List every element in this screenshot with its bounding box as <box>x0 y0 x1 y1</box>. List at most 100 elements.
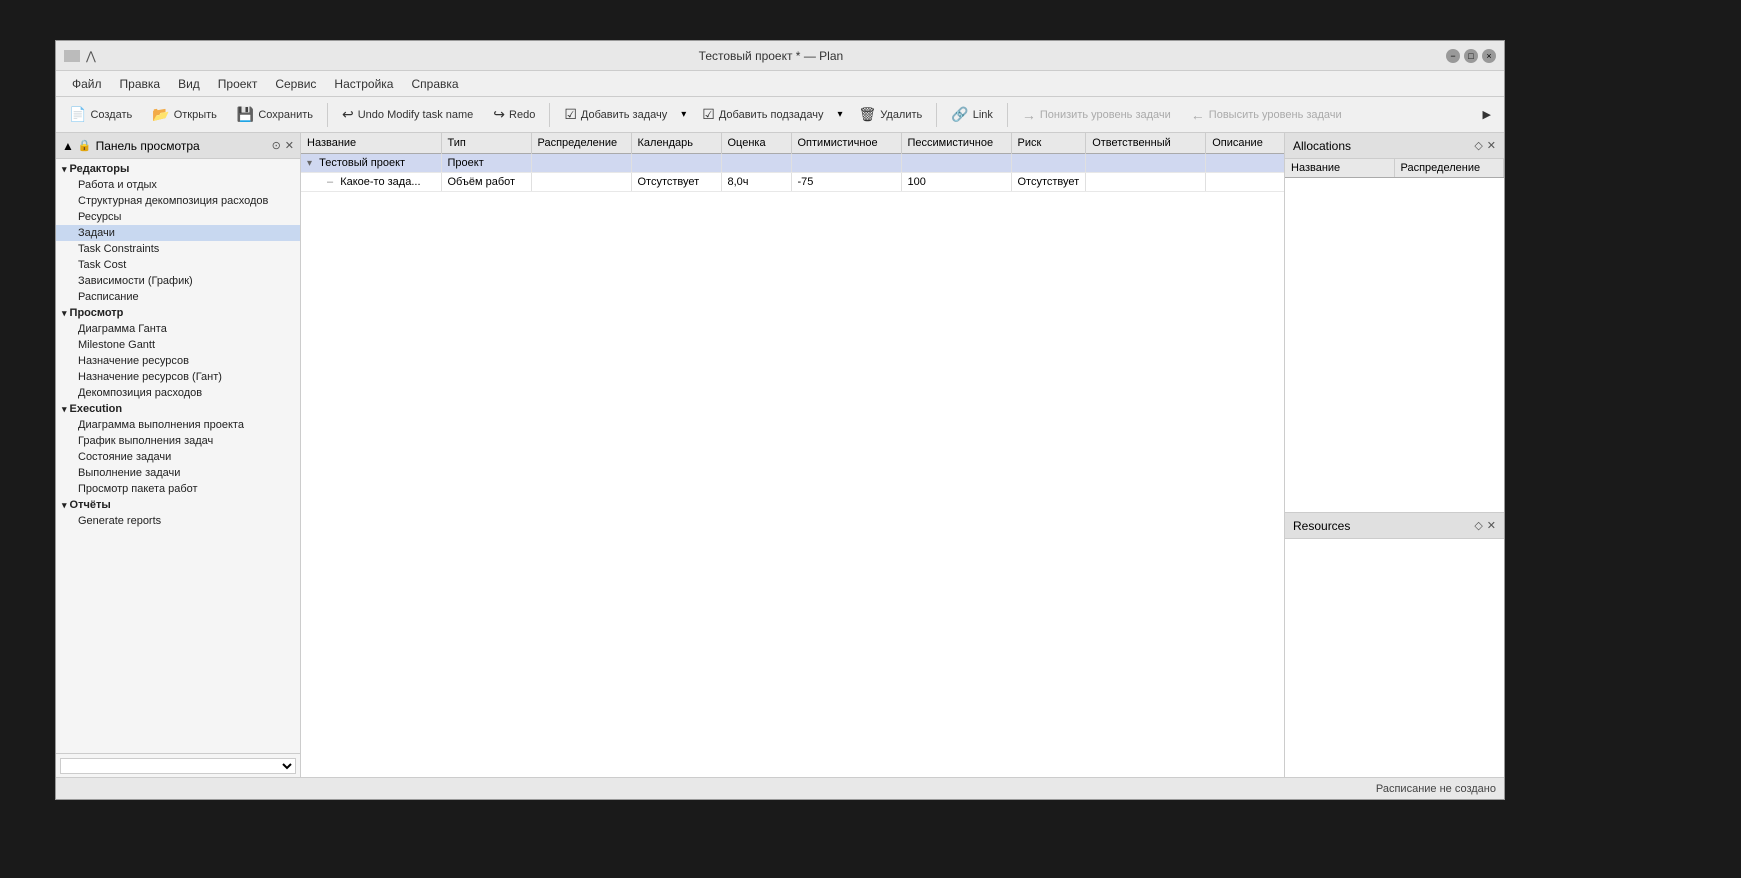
sidebar-group-view[interactable]: ▾ Просмотр <box>56 305 300 321</box>
add-task-dropdown[interactable]: ▾ <box>676 105 691 124</box>
add-task-icon: ☑ <box>564 106 577 123</box>
sidebar-item-work-rest[interactable]: Работа и отдых <box>56 177 300 193</box>
menu-view[interactable]: Вид <box>170 74 208 94</box>
sidebar-item-task-cost[interactable]: Task Cost <box>56 257 300 273</box>
col-header-estimate: Оценка <box>721 133 791 154</box>
col-header-responsible: Ответственный <box>1086 133 1206 154</box>
redo-button[interactable]: ↪ Redo <box>484 102 544 127</box>
sidebar-item-milestone-gantt[interactable]: Milestone Gantt <box>56 337 300 353</box>
col-header-calendar: Календарь <box>631 133 721 154</box>
allocations-content <box>1285 178 1504 512</box>
col-header-optimistic: Оптимистичное <box>791 133 901 154</box>
col-header-pessimistic: Пессимистичное <box>901 133 1011 154</box>
sidebar-item-cost-decomp[interactable]: Структурная декомпозиция расходов <box>56 193 300 209</box>
table-row[interactable]: – Какое-то зада... Объём работ Отсутству… <box>301 173 1284 192</box>
save-button[interactable]: 💾 Сохранить <box>228 102 322 127</box>
task-risk-cell: Отсутствует <box>1011 173 1086 192</box>
link-button[interactable]: 🔗 Link <box>942 102 1002 127</box>
add-subtask-group: ☑ Добавить подзадачу ▾ <box>693 102 847 127</box>
separator-1 <box>327 103 328 127</box>
sidebar-group-editors[interactable]: ▾ Редакторы <box>56 161 300 177</box>
create-button[interactable]: 📄 Создать <box>60 102 141 127</box>
menu-service[interactable]: Сервис <box>267 74 324 94</box>
sidebar-item-schedule[interactable]: Расписание <box>56 289 300 305</box>
resources-pin-icon[interactable]: ◇ <box>1474 519 1482 532</box>
sidebar-settings-icon[interactable]: ⊙ <box>272 139 281 152</box>
allocations-header-icons: ◇ ✕ <box>1474 139 1496 152</box>
project-expand-icon: ▾ <box>307 158 312 169</box>
menu-file[interactable]: Файл <box>64 74 110 94</box>
task-dist-cell <box>531 173 631 192</box>
sidebar-item-task-state[interactable]: Состояние задачи <box>56 449 300 465</box>
menu-help[interactable]: Справка <box>403 74 466 94</box>
sidebar-item-dependencies[interactable]: Зависимости (График) <box>56 273 300 289</box>
menu-bar: Файл Правка Вид Проект Сервис Настройка … <box>56 71 1504 97</box>
open-button[interactable]: 📂 Открыть <box>143 102 226 127</box>
collapse-icon[interactable]: ⋀ <box>86 49 96 63</box>
task-bullet: – <box>327 176 333 188</box>
separator-2 <box>549 103 550 127</box>
allocations-title: Allocations <box>1293 139 1351 153</box>
sidebar-item-resource-assign-gantt[interactable]: Назначение ресурсов (Гант) <box>56 369 300 385</box>
delete-icon: 🗑 <box>858 106 876 123</box>
menu-settings[interactable]: Настройка <box>326 74 401 94</box>
allocations-table-header: Название Распределение <box>1285 159 1504 178</box>
project-desc-cell <box>1206 154 1284 173</box>
allocations-header: Allocations ◇ ✕ <box>1285 133 1504 159</box>
resources-panel: Resources ◇ ✕ <box>1285 513 1504 777</box>
project-responsible-cell <box>1086 154 1206 173</box>
col-header-type: Тип <box>441 133 531 154</box>
content-area: ▲ 🔒 Панель просмотра ⊙ ✕ ▾ Редакторы Раб… <box>56 133 1504 777</box>
sidebar-item-project-exec[interactable]: Диаграмма выполнения проекта <box>56 417 300 433</box>
undo-icon: ↩ <box>342 106 354 123</box>
sidebar-item-resource-assign[interactable]: Назначение ресурсов <box>56 353 300 369</box>
sidebar-item-task-exec[interactable]: Выполнение задачи <box>56 465 300 481</box>
window-title: Тестовый проект * — Plan <box>96 49 1446 63</box>
add-subtask-dropdown[interactable]: ▾ <box>832 105 847 124</box>
undo-button[interactable]: ↩ Undo Modify task name <box>333 102 482 127</box>
sidebar-item-tasks[interactable]: Задачи <box>56 225 300 241</box>
col-header-dist: Распределение <box>531 133 631 154</box>
sidebar-item-gantt[interactable]: Диаграмма Ганта <box>56 321 300 337</box>
menu-project[interactable]: Проект <box>210 74 266 94</box>
promote-button[interactable]: ← Повысить уровень задачи <box>1182 103 1351 127</box>
add-task-button[interactable]: ☑ Добавить задачу <box>555 102 676 127</box>
sidebar-tree: ▾ Редакторы Работа и отдых Структурная д… <box>56 159 300 753</box>
project-estimate-cell <box>721 154 791 173</box>
sidebar-item-task-constraints[interactable]: Task Constraints <box>56 241 300 257</box>
sidebar-footer-select[interactable] <box>60 758 296 774</box>
col-header-description: Описание <box>1206 133 1284 154</box>
add-subtask-button[interactable]: ☑ Добавить подзадачу <box>693 102 832 127</box>
menu-edit[interactable]: Правка <box>112 74 169 94</box>
demote-icon: → <box>1022 107 1036 123</box>
maximize-button[interactable]: □ <box>1464 49 1478 63</box>
task-estimate-cell: 8,0ч <box>721 173 791 192</box>
sidebar-item-resources[interactable]: Ресурсы <box>56 209 300 225</box>
sidebar-item-generate-reports[interactable]: Generate reports <box>56 513 300 529</box>
sidebar-item-package-view[interactable]: Просмотр пакета работ <box>56 481 300 497</box>
sidebar-sort-icon[interactable]: ▲ <box>62 139 74 153</box>
editors-label: Редакторы <box>70 163 130 175</box>
more-button[interactable]: ▶ <box>1474 104 1500 125</box>
sidebar-group-reports[interactable]: ▾ Отчёты <box>56 497 300 513</box>
close-button[interactable]: × <box>1482 49 1496 63</box>
table-row[interactable]: ▾ Тестовый проект Проект <box>301 154 1284 173</box>
sidebar-footer <box>56 753 300 777</box>
demote-button[interactable]: → Понизить уровень задачи <box>1013 103 1180 127</box>
toolbar: 📄 Создать 📂 Открыть 💾 Сохранить ↩ Undo M… <box>56 97 1504 133</box>
sidebar-lock-icon: 🔒 <box>78 139 92 152</box>
table-area[interactable]: Название Тип Распределение Календарь Оце… <box>301 133 1284 777</box>
sidebar-close-icon[interactable]: ✕ <box>285 139 294 152</box>
sidebar-item-cost-decomp2[interactable]: Декомпозиция расходов <box>56 385 300 401</box>
minimize-button[interactable]: − <box>1446 49 1460 63</box>
allocations-pin-icon[interactable]: ◇ <box>1474 139 1482 152</box>
resources-header-icons: ◇ ✕ <box>1474 519 1496 532</box>
allocations-close-icon[interactable]: ✕ <box>1487 139 1496 152</box>
project-name-cell: ▾ Тестовый проект <box>301 154 441 173</box>
title-bar: ⋀ Тестовый проект * — Plan − □ × <box>56 41 1504 71</box>
resources-close-icon[interactable]: ✕ <box>1487 519 1496 532</box>
sidebar-group-execution[interactable]: ▾ Execution <box>56 401 300 417</box>
sidebar-item-task-exec-chart[interactable]: График выполнения задач <box>56 433 300 449</box>
save-icon: 💾 <box>237 106 254 123</box>
delete-button[interactable]: 🗑 Удалить <box>849 102 931 127</box>
